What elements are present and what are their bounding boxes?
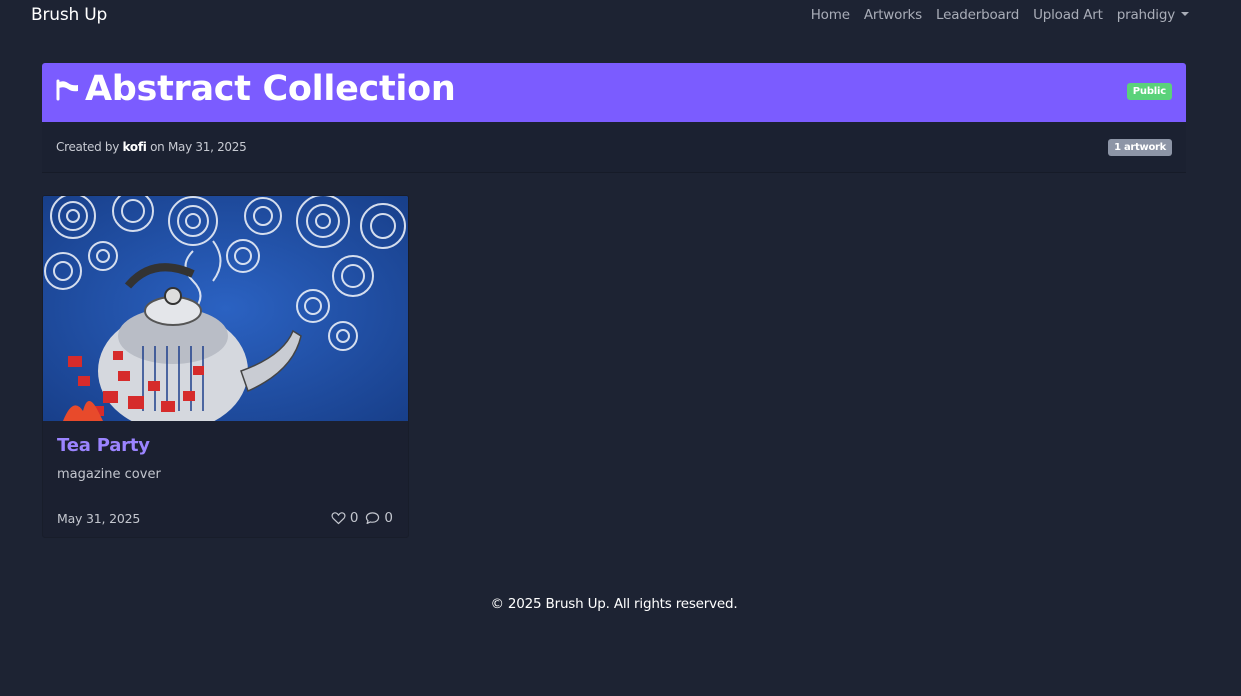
- artwork-description: magazine cover: [57, 467, 161, 482]
- artwork-card[interactable]: Tea Party magazine cover May 31, 2025 0 …: [42, 195, 409, 538]
- comment-button[interactable]: 0: [365, 510, 393, 526]
- top-navbar: Brush Up Home Artworks Leaderboard Uploa…: [0, 0, 1241, 34]
- nav-links: Home Artworks Leaderboard Upload Art pra…: [811, 7, 1189, 23]
- collection-title: Abstract Collection: [85, 69, 456, 109]
- copyright-text: © 2025 Brush Up. All rights reserved.: [490, 596, 738, 612]
- artwork-image[interactable]: [43, 196, 408, 421]
- nav-home-link[interactable]: Home: [811, 7, 850, 23]
- created-prefix: Created by: [56, 140, 120, 154]
- brand-logo-link[interactable]: Brush Up: [31, 5, 107, 25]
- collection-header: Abstract Collection Public: [42, 63, 1186, 122]
- like-button[interactable]: 0: [331, 510, 359, 526]
- artwork-title-link[interactable]: Tea Party: [57, 435, 150, 456]
- artwork-stats: 0 0: [331, 510, 393, 526]
- created-date: on May 31, 2025: [150, 140, 247, 154]
- comment-count: 0: [384, 510, 393, 526]
- collection-meta: Created by kofi on May 31, 2025 1 artwor…: [42, 122, 1186, 173]
- nav-upload-art-link[interactable]: Upload Art: [1033, 7, 1103, 23]
- artwork-date: May 31, 2025: [57, 511, 141, 526]
- page-footer: © 2025 Brush Up. All rights reserved.: [0, 596, 1228, 612]
- like-count: 0: [349, 510, 359, 526]
- heart-icon: [331, 512, 346, 525]
- nav-artworks-link[interactable]: Artworks: [864, 7, 922, 23]
- user-name: prahdigy: [1116, 7, 1175, 23]
- flag-icon: [56, 79, 78, 101]
- visibility-badge: Public: [1126, 83, 1172, 100]
- user-menu-dropdown[interactable]: prahdigy: [1117, 7, 1189, 23]
- author-link[interactable]: kofi: [123, 140, 147, 154]
- comment-icon: [366, 512, 380, 525]
- nav-leaderboard-link[interactable]: Leaderboard: [936, 7, 1019, 23]
- artwork-count-badge: 1 artwork: [1108, 139, 1172, 156]
- created-by-text: Created by kofi on May 31, 2025: [56, 140, 247, 154]
- chevron-down-icon: [1181, 12, 1189, 16]
